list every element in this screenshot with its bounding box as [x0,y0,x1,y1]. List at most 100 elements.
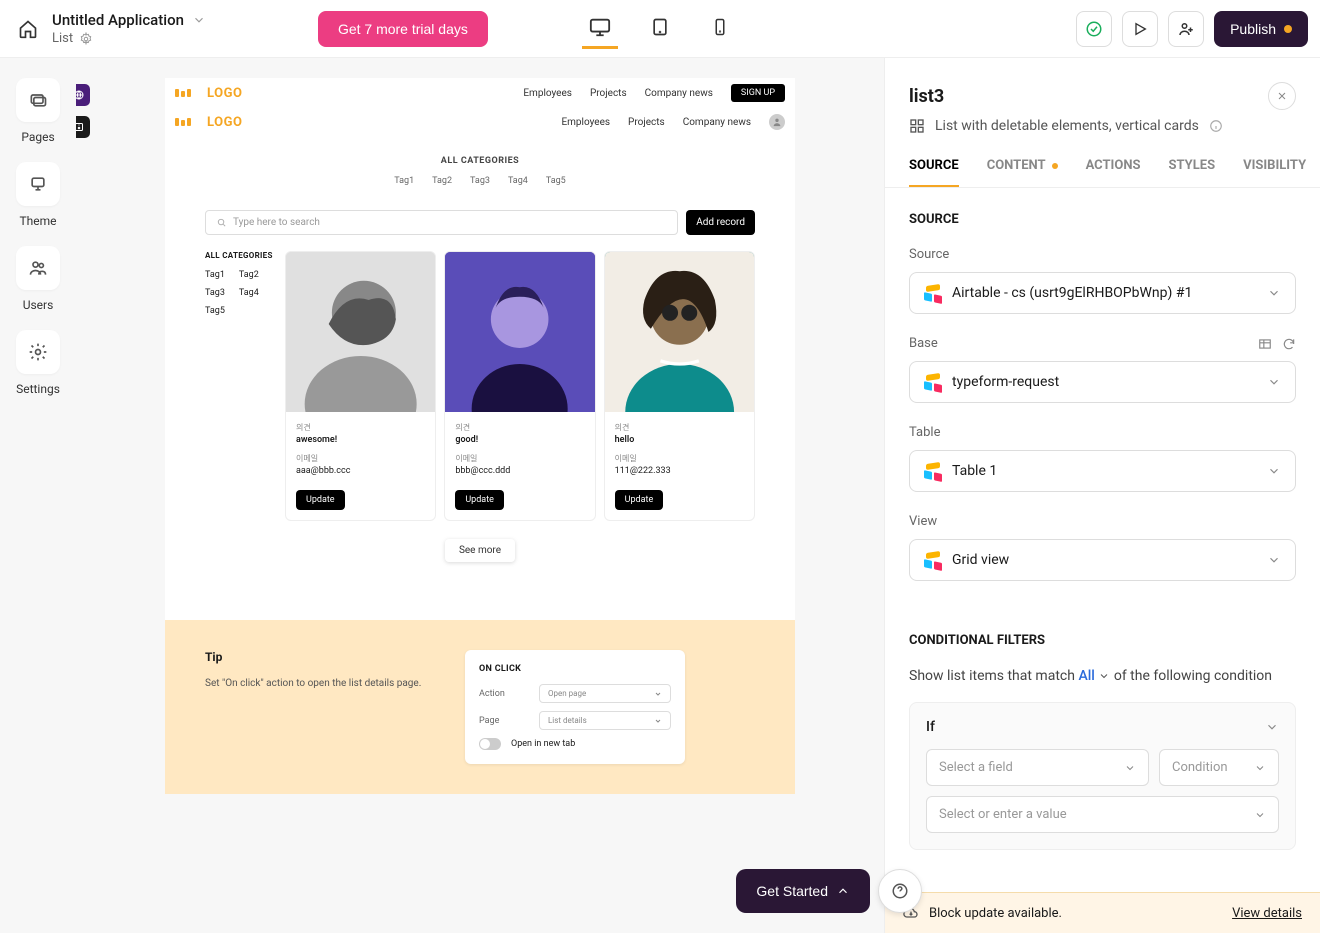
source-select[interactable]: Airtable - cs (usrt9gElRHBOPbWnp) #1 [909,272,1296,314]
tip-action-select[interactable]: Open page [539,684,671,703]
update-button[interactable]: Update [455,490,504,510]
app-subtitle: List [52,31,73,46]
list-card[interactable]: 의견 good! 이메일 bbb@ccc.ddd Update [444,251,595,521]
add-record-button[interactable]: Add record [686,210,755,235]
card-image [445,252,594,412]
side-tag[interactable]: Tag5 [205,306,225,316]
device-mobile[interactable] [702,9,738,49]
chevron-down-icon[interactable] [1265,720,1279,734]
chevron-down-icon [1267,464,1281,478]
card-label: 의견 [296,422,425,433]
airtable-icon [924,463,942,479]
tag-row: Tag1 Tag2 Tag3 Tag4 Tag5 [205,176,755,186]
sidebar-item-pages[interactable]: Pages [16,78,60,144]
sidebar-item-settings[interactable]: Settings [16,330,60,396]
tip-toggle-label: Open in new tab [511,739,575,749]
see-more-button[interactable]: See more [445,539,515,562]
side-tag[interactable]: Tag3 [205,288,225,298]
list-card[interactable]: 의견 hello 이메일 111@222.333 Update [604,251,755,521]
tab-source[interactable]: SOURCE [909,158,959,187]
list-card[interactable]: 의견 awesome! 이메일 aaa@bbb.ccc Update [285,251,436,521]
update-text: Block update available. [929,906,1062,921]
close-icon [1276,90,1288,102]
update-button[interactable]: Update [296,490,345,510]
tip-page-select[interactable]: List details [539,711,671,730]
publish-button[interactable]: Publish [1214,11,1308,47]
sidebar-item-users[interactable]: Users [16,246,60,312]
preview-header-public[interactable]: LOGO Employees Projects Company news SIG… [165,78,795,108]
grid-icon [909,118,925,134]
airtable-icon [924,552,942,568]
table-select[interactable]: Table 1 [909,450,1296,492]
base-select[interactable]: typeform-request [909,361,1296,403]
condition-dropdown[interactable]: Condition [1159,749,1279,786]
search-input[interactable]: Type here to search [205,210,678,235]
view-label: View [909,514,1296,529]
side-tag[interactable]: Tag2 [239,270,259,280]
tip-card-header: ON CLICK [479,664,671,674]
tip-row-label: Page [479,716,519,726]
refresh-icon[interactable] [1282,337,1296,351]
tab-visibility[interactable]: VISIBILITY [1243,158,1306,187]
validate-button[interactable] [1076,11,1112,47]
nav-link[interactable]: Projects [628,117,665,128]
update-button[interactable]: Update [615,490,664,510]
nav-link[interactable]: Company news [683,117,751,128]
close-button[interactable] [1268,82,1296,110]
info-icon[interactable] [1209,119,1223,133]
help-button[interactable] [878,869,922,913]
avatar-icon[interactable] [769,114,785,130]
select-field-dropdown[interactable]: Select a field [926,749,1149,786]
card-value: hello [615,435,744,445]
card-value: 111@222.333 [615,466,744,476]
preview-button[interactable] [1122,11,1158,47]
view-select[interactable]: Grid view [909,539,1296,581]
tag[interactable]: Tag1 [394,176,414,186]
nav-link[interactable]: Company news [645,88,713,99]
source-section-header: SOURCE [909,212,1296,227]
view-details-link[interactable]: View details [1232,906,1302,921]
theme-icon [28,174,48,194]
value-input[interactable]: Select or enter a value [926,796,1279,833]
tab-content[interactable]: CONTENT [987,158,1058,187]
card-label: 이메일 [296,453,425,464]
sidebar-item-theme[interactable]: Theme [16,162,60,228]
preview-content: ALL CATEGORIES Tag1 Tag2 Tag3 Tag4 Tag5 … [165,136,795,600]
settings-icon [28,342,48,362]
trial-button[interactable]: Get 7 more trial days [318,11,488,47]
publish-indicator-dot [1284,25,1292,33]
collaborators-button[interactable] [1168,11,1204,47]
side-tag[interactable]: Tag4 [239,288,259,298]
tag[interactable]: Tag4 [508,176,528,186]
match-mode-dropdown[interactable]: All [1078,668,1110,684]
tag[interactable]: Tag2 [432,176,452,186]
left-sidebar: Pages Theme Users Settings [0,58,76,933]
tab-actions[interactable]: ACTIONS [1086,158,1141,187]
tip-newtab-toggle[interactable] [479,738,501,750]
side-tag[interactable]: Tag1 [205,270,225,280]
app-title: Untitled Application [52,11,184,29]
device-desktop[interactable] [582,9,618,49]
device-tablet[interactable] [642,9,678,49]
nav-link[interactable]: Projects [590,88,627,99]
tag[interactable]: Tag3 [470,176,490,186]
nav-link[interactable]: Employees [523,88,572,99]
home-button[interactable] [16,17,40,41]
chevron-down-icon [1267,286,1281,300]
nav-link[interactable]: Employees [561,117,610,128]
signup-button[interactable]: SIGN UP [731,84,785,102]
block-badge-2[interactable] [76,116,90,138]
tab-indicator-dot [1052,163,1058,169]
table-icon[interactable] [1258,337,1272,351]
gear-icon[interactable] [79,32,93,46]
chevron-down-icon[interactable] [192,13,206,27]
tip-title: Tip [205,650,425,664]
card-label: 의견 [615,422,744,433]
tab-styles[interactable]: STYLES [1169,158,1216,187]
tag[interactable]: Tag5 [546,176,566,186]
get-started-button[interactable]: Get Started [736,869,870,913]
airtable-icon [924,285,942,301]
device-switcher [582,9,738,49]
block-badge-1[interactable] [76,84,90,106]
preview-header-auth[interactable]: LOGO Employees Projects Company news [165,108,795,136]
